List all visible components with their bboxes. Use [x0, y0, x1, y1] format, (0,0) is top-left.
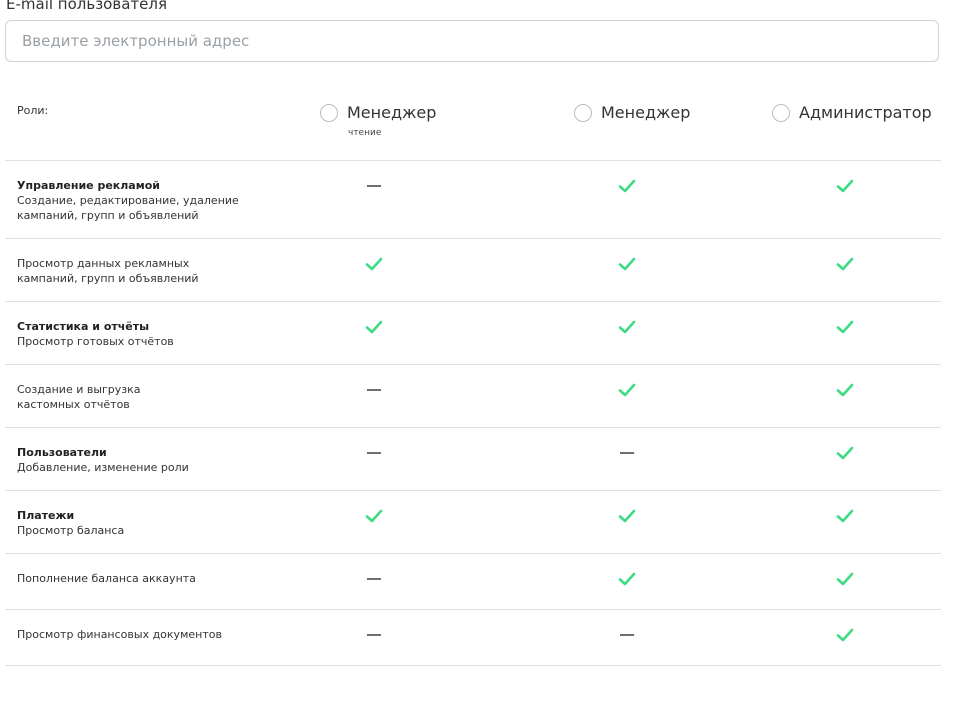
permission-row: Просмотр финансовых документов [5, 610, 941, 666]
radio-button[interactable] [574, 103, 592, 122]
permission-description: Создание и выгрузка [17, 383, 141, 396]
check-icon [617, 319, 637, 335]
permission-description: кампаний, групп и объявлений [17, 272, 199, 285]
permission-description: Пополнение баланса аккаунта [17, 572, 196, 585]
check-icon [835, 445, 855, 461]
permission-row: Платежи Просмотр баланса [5, 491, 941, 554]
permission-row: Управление рекламой Создание, редактирова… [5, 161, 941, 239]
dash-icon [617, 445, 637, 461]
dash-icon [364, 445, 384, 461]
role-name: Менеджер [347, 103, 437, 122]
role-option-administrator[interactable]: Администратор [772, 103, 932, 122]
dash-icon [364, 178, 384, 194]
dash-icon [617, 627, 637, 643]
permission-description: кастомных отчётов [17, 398, 130, 411]
radio-button[interactable] [320, 103, 338, 122]
role-option-manager[interactable]: Менеджер [574, 103, 690, 122]
check-icon [835, 571, 855, 587]
radio-button[interactable] [772, 103, 790, 122]
permission-text: Управление рекламой Создание, редактирова… [17, 178, 239, 223]
check-icon [835, 319, 855, 335]
permission-title: Платежи [17, 509, 75, 522]
permission-description: кампаний, групп и объявлений [17, 209, 199, 222]
permission-description: Добавление, изменение роли [17, 461, 189, 474]
permission-text: Создание и выгрузка кастомных отчётов [17, 382, 141, 412]
role-option-subtitle: чтение [348, 128, 382, 138]
permission-text: Пополнение баланса аккаунта [17, 571, 196, 586]
permission-text: Статистика и отчёты Просмотр готовых отчё… [17, 319, 174, 349]
permission-description: Просмотр готовых отчётов [17, 335, 174, 348]
check-icon [617, 571, 637, 587]
check-icon [617, 508, 637, 524]
permission-description: Просмотр данных рекламных [17, 257, 190, 270]
permission-description: Просмотр финансовых документов [17, 628, 222, 641]
dash-icon [364, 571, 384, 587]
permission-row: Статистика и отчёты Просмотр готовых отчё… [5, 302, 941, 365]
row-divider [5, 665, 941, 666]
check-icon [617, 382, 637, 398]
roles-label: Роли: [17, 104, 49, 117]
role-option-manager-read[interactable]: Менеджер [320, 103, 436, 122]
check-icon [835, 508, 855, 524]
permission-title: Управление рекламой [17, 179, 160, 192]
check-icon [364, 508, 384, 524]
dash-icon [364, 627, 384, 643]
check-icon [835, 627, 855, 643]
email-input[interactable] [5, 20, 939, 62]
permission-title: Пользователи [17, 446, 107, 459]
permission-text: Просмотр финансовых документов [17, 627, 222, 642]
check-icon [835, 382, 855, 398]
check-icon [617, 256, 637, 272]
permission-row: Просмотр данных рекламных кампаний, групп… [5, 239, 941, 302]
role-name: Менеджер [601, 103, 691, 122]
permission-description: Просмотр баланса [17, 524, 125, 537]
permission-text: Платежи Просмотр баланса [17, 508, 124, 538]
permission-row: Создание и выгрузка кастомных отчётов [5, 365, 941, 428]
check-icon [835, 178, 855, 194]
permission-text: Просмотр данных рекламных кампаний, групп… [17, 256, 199, 286]
dash-icon [364, 382, 384, 398]
role-name: Администратор [799, 103, 932, 122]
check-icon [364, 319, 384, 335]
permission-row: Пользователи Добавление, изменение роли [5, 428, 941, 491]
permission-text: Пользователи Добавление, изменение роли [17, 445, 189, 475]
permission-description: Создание, редактирование, удаление [17, 194, 239, 207]
permission-title: Статистика и отчёты [17, 320, 150, 333]
email-field-label: E-mail пользователя [6, 0, 167, 13]
permission-row: Пополнение баланса аккаунта [5, 554, 941, 610]
check-icon [364, 256, 384, 272]
check-icon [617, 178, 637, 194]
check-icon [835, 256, 855, 272]
